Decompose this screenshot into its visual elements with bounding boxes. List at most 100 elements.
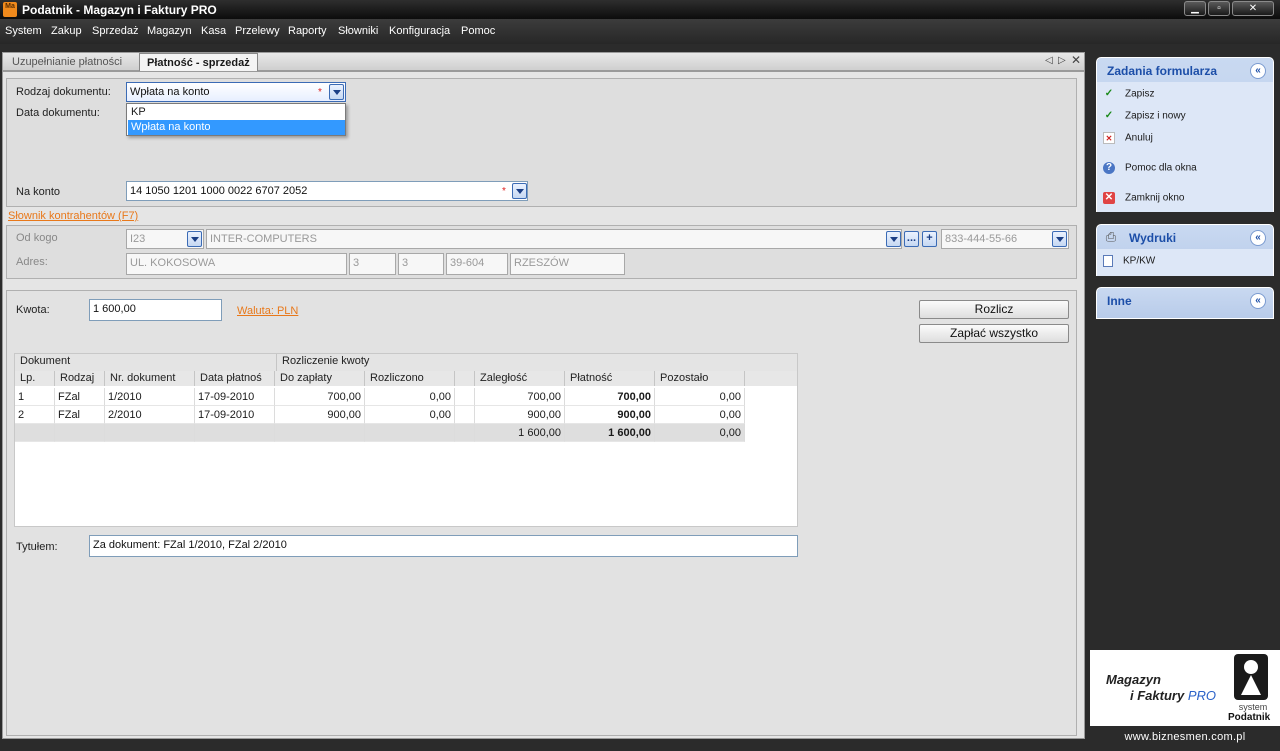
collapse-icon[interactable]: «	[1250, 293, 1266, 309]
table-cell[interactable]: 700,00	[565, 388, 655, 406]
table-cell[interactable]: 700,00	[475, 388, 565, 406]
table-cell[interactable]: 0,00	[655, 406, 745, 424]
menu-kasa[interactable]: Kasa	[201, 25, 226, 37]
tab-close-icon[interactable]: ✕	[1071, 53, 1081, 67]
brand-line2-text: i Faktury	[1130, 688, 1185, 703]
table-cell[interactable]: 900,00	[475, 406, 565, 424]
check-icon: ✓	[1104, 88, 1114, 99]
table-cell[interactable]: FZal	[55, 388, 105, 406]
table-cell[interactable]: 900,00	[565, 406, 655, 424]
task-save-new[interactable]: ✓ Zapisz i nowy	[1103, 110, 1186, 122]
grid-group-header-document: Dokument	[15, 354, 277, 371]
address-city-field[interactable]: RZESZÓW	[510, 253, 625, 275]
grid-col-do-zaplaty[interactable]: Do zapłaty	[275, 371, 365, 386]
table-cell[interactable]: 700,00	[275, 388, 365, 406]
phone-select[interactable]: 833-444-55-66	[941, 229, 1069, 249]
menu-zakup[interactable]: Zakup	[51, 25, 82, 37]
totals-cell	[455, 424, 475, 442]
dropdown-option-kp[interactable]: KP	[128, 105, 345, 120]
more-button[interactable]: ...	[904, 231, 919, 247]
task-save[interactable]: ✓ Zapisz	[1103, 88, 1155, 100]
contractor-name-dropdown-button[interactable]	[886, 231, 901, 247]
add-contractor-button[interactable]: +	[922, 231, 937, 247]
table-cell[interactable]: 1/2010	[105, 388, 195, 406]
menu-raporty[interactable]: Raporty	[288, 25, 327, 37]
menu-pomoc[interactable]: Pomoc	[461, 25, 495, 37]
address-flat-field[interactable]: 3	[398, 253, 444, 275]
menu-system[interactable]: System	[5, 25, 42, 37]
account-select[interactable]: 14 1050 1201 1000 0022 6707 2052	[126, 181, 528, 201]
totals-cell	[365, 424, 455, 442]
print-kp-kw[interactable]: KP/KW	[1103, 255, 1155, 267]
other-pane: Inne «	[1096, 287, 1274, 319]
dropdown-option-wplata[interactable]: Wpłata na konto	[128, 120, 345, 135]
table-cell[interactable]: 17-09-2010	[195, 406, 275, 424]
menu-sprzedaz[interactable]: Sprzedaż	[92, 25, 138, 37]
close-button[interactable]: ✕	[1232, 1, 1274, 16]
grid-col-empty[interactable]	[455, 371, 475, 386]
task-help[interactable]: ? Pomoc dla okna	[1103, 162, 1197, 174]
table-cell[interactable]: FZal	[55, 406, 105, 424]
website-url[interactable]: www.biznesmen.com.pl	[1090, 726, 1280, 748]
collapse-icon[interactable]: «	[1250, 230, 1266, 246]
tab-next-icon[interactable]: ▷	[1058, 55, 1066, 66]
minimize-button[interactable]: ▁	[1184, 1, 1206, 16]
pay-all-button[interactable]: Zapłać wszystko	[919, 324, 1069, 343]
brand-system: system	[1238, 702, 1268, 712]
grid-col-nr-dokument[interactable]: Nr. dokument	[105, 371, 195, 386]
currency-link[interactable]: Waluta: PLN	[237, 305, 298, 317]
table-cell[interactable]: 2/2010	[105, 406, 195, 424]
tab-platnosc-sprzedaz[interactable]: Płatność - sprzedaż	[139, 53, 258, 71]
grid-col-platnosc[interactable]: Płatność	[565, 371, 655, 386]
table-cell[interactable]: 17-09-2010	[195, 388, 275, 406]
doc-type-select[interactable]: Wpłata na konto	[126, 82, 346, 102]
doc-type-dropdown-button[interactable]	[329, 84, 344, 100]
task-label: Pomoc dla okna	[1125, 162, 1197, 174]
grid-col-data-platnosci[interactable]: Data płatnoś	[195, 371, 275, 386]
table-cell[interactable]	[455, 388, 475, 406]
task-cancel[interactable]: ✕ Anuluj	[1103, 132, 1153, 144]
address-street-field[interactable]: UL. KOKOSOWA	[126, 253, 347, 275]
grid-col-zaleglosc[interactable]: Zaległość	[475, 371, 565, 386]
grid-col-pozostalo[interactable]: Pozostało	[655, 371, 745, 386]
table-cell[interactable]: 900,00	[275, 406, 365, 424]
table-cell[interactable]: 2	[15, 406, 55, 424]
table-cell[interactable]: 0,00	[365, 406, 455, 424]
prints-pane: ⎙ Wydruki « KP/KW	[1096, 224, 1274, 276]
menu-przelewy[interactable]: Przelewy	[235, 25, 280, 37]
amount-input[interactable]: 1 600,00	[89, 299, 222, 321]
window-title: Podatnik - Magazyn i Faktury PRO	[22, 3, 217, 17]
app-logo: Ma	[3, 2, 17, 17]
account-dropdown-button[interactable]	[512, 183, 527, 199]
totals-zaleglosc: 1 600,00	[475, 424, 565, 442]
menu-konfiguracja[interactable]: Konfiguracja	[389, 25, 450, 37]
tab-prev-icon[interactable]: ◁	[1045, 55, 1053, 66]
grid-col-rozliczono[interactable]: Rozliczono	[365, 371, 455, 386]
tab-uzupelnianie-platnosci[interactable]: Uzupełnianie płatności	[5, 53, 129, 71]
totals-cell	[15, 424, 55, 442]
table-cell[interactable]: 1	[15, 388, 55, 406]
table-cell[interactable]: 0,00	[365, 388, 455, 406]
totals-cell	[55, 424, 105, 442]
contractor-code-dropdown-button[interactable]	[187, 231, 202, 247]
maximize-button[interactable]: ▫	[1208, 1, 1230, 16]
address-label: Adres:	[16, 256, 48, 268]
grid-col-lp[interactable]: Lp.	[15, 371, 55, 386]
menu-magazyn[interactable]: Magazyn	[147, 25, 192, 37]
grid-col-rodzaj[interactable]: Rodzaj	[55, 371, 105, 386]
table-cell[interactable]: 0,00	[655, 388, 745, 406]
title-bar: Ma Podatnik - Magazyn i Faktury PRO ▁ ▫ …	[0, 0, 1280, 19]
address-zip-field[interactable]: 39-604	[446, 253, 508, 275]
task-close-window[interactable]: ✕ Zamknij okno	[1103, 192, 1184, 204]
collapse-icon[interactable]: «	[1250, 63, 1266, 79]
table-cell[interactable]	[455, 406, 475, 424]
phone-dropdown-button[interactable]	[1052, 231, 1067, 247]
contractors-dictionary-link[interactable]: Słownik kontrahentów (F7)	[8, 210, 138, 222]
totals-cell	[195, 424, 275, 442]
doc-date-label: Data dokumentu:	[16, 107, 100, 119]
address-house-field[interactable]: 3	[349, 253, 396, 275]
contractor-name-select[interactable]: INTER-COMPUTERS	[206, 229, 902, 249]
menu-slowniki[interactable]: Słowniki	[338, 25, 378, 37]
settle-button[interactable]: Rozlicz	[919, 300, 1069, 319]
title-input[interactable]: Za dokument: FZal 1/2010, FZal 2/2010	[89, 535, 798, 557]
